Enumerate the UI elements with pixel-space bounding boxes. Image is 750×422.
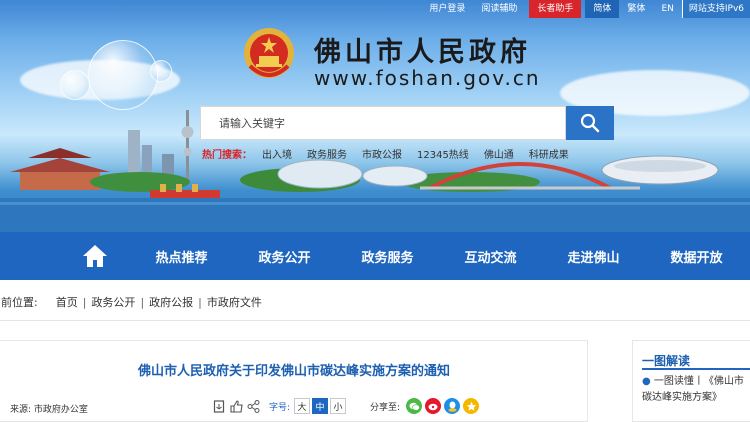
side-panel-underline — [642, 368, 750, 370]
font-size-label: 字号: — [269, 402, 291, 413]
ipv6-badge: 网站支持IPv6 — [681, 0, 750, 18]
weibo-icon[interactable] — [425, 398, 442, 414]
simplified-chinese-link[interactable]: 简体 — [585, 0, 620, 18]
hot-search-label: 热门搜索： — [202, 150, 252, 161]
breadcrumb-separator: | — [140, 295, 145, 309]
hot-search-item[interactable]: 市政公报 — [362, 146, 402, 161]
nav-item-interaction[interactable]: 互动交流 — [439, 247, 542, 266]
traditional-chinese-link[interactable]: 繁体 — [619, 0, 653, 18]
breadcrumb-item[interactable]: 政府公报 — [149, 294, 193, 310]
reading-aid-link[interactable]: 阅读辅助 — [473, 0, 525, 18]
side-item-text: 一图读懂丨《佛山市碳达峰实施方案》 — [642, 376, 744, 403]
login-link[interactable]: 用户登录 — [421, 0, 473, 18]
search-button[interactable] — [566, 106, 614, 140]
divider — [0, 320, 750, 321]
header-banner: 用户登录 阅读辅助 长者助手 简体 繁体 EN 网站支持IPv6 佛山市人民政府… — [0, 0, 750, 232]
breadcrumb-item[interactable]: 首页 — [56, 294, 78, 310]
nav-item-open-data[interactable]: 数据开放 — [645, 247, 748, 266]
share-label: 分享至: — [370, 402, 401, 413]
article-source: 来源: 市政府办公室 — [10, 405, 88, 415]
hot-search-item[interactable]: 出入境 — [262, 146, 292, 161]
bubble-decoration — [60, 70, 90, 100]
breadcrumb-prefix: 当前位置: — [0, 296, 38, 309]
search-icon — [580, 113, 600, 133]
article-title: 佛山市人民政府关于印发佛山市碳达峰实施方案的通知 — [137, 364, 450, 379]
breadcrumb-item[interactable]: 政务公开 — [91, 294, 135, 310]
hot-search-item[interactable]: 政务服务 — [307, 146, 347, 161]
home-icon — [83, 245, 107, 267]
like-icon[interactable] — [229, 399, 243, 413]
side-panel-item[interactable]: ● 一图读懂丨《佛山市碳达峰实施方案》 — [642, 374, 750, 406]
search-box — [200, 106, 566, 140]
nav-item-hot[interactable]: 热点推荐 — [130, 247, 233, 266]
breadcrumb: 当前位置: 首页 | 政务公开 | 政府公报 | 市政府文件 — [0, 294, 262, 310]
search-input[interactable] — [201, 107, 565, 139]
share-action-icon[interactable] — [246, 399, 260, 413]
nav-home[interactable] — [60, 232, 130, 280]
wechat-icon[interactable] — [406, 398, 423, 414]
nav-item-services[interactable]: 政务服务 — [336, 247, 439, 266]
nav-item-about-foshan[interactable]: 走进佛山 — [542, 247, 645, 266]
bookmark-icon[interactable] — [212, 399, 226, 413]
article-tools: 字号: 大 中 小 分享至: — [212, 398, 482, 414]
hot-search-item[interactable]: 科研成果 — [529, 146, 569, 161]
top-utility-links: 用户登录 阅读辅助 长者助手 简体 繁体 EN 网站支持IPv6 — [421, 0, 750, 18]
breadcrumb-separator: | — [198, 295, 202, 309]
national-emblem-logo — [244, 28, 294, 78]
bubble-decoration — [88, 40, 158, 110]
bubble-decoration — [150, 60, 172, 82]
side-panel-title: 一图解读 — [642, 354, 691, 368]
font-size-small[interactable]: 小 — [330, 398, 347, 414]
hot-search-item[interactable]: 佛山通 — [484, 146, 514, 161]
main-nav: 热点推荐 政务公开 政务服务 互动交流 走进佛山 数据开放 — [0, 232, 750, 280]
font-size-large[interactable]: 大 — [294, 398, 311, 414]
english-link[interactable]: EN — [653, 0, 681, 18]
elder-assistant-button[interactable]: 长者助手 — [529, 0, 582, 18]
nav-item-gov-open[interactable]: 政务公开 — [233, 247, 336, 266]
bullet-icon: ● — [642, 376, 654, 387]
site-url: www.foshan.gov.cn — [314, 66, 541, 90]
site-title: 佛山市人民政府 — [314, 37, 531, 68]
breadcrumb-item[interactable]: 市政府文件 — [207, 294, 262, 310]
qq-icon[interactable] — [444, 398, 461, 414]
breadcrumb-separator: | — [82, 295, 87, 309]
font-size-medium[interactable]: 中 — [312, 398, 329, 414]
qzone-icon[interactable] — [463, 398, 480, 414]
hot-search: 热门搜索： 出入境 政务服务 市政公报 12345热线 佛山通 科研成果 — [202, 146, 584, 161]
hot-search-item[interactable]: 12345热线 — [417, 146, 469, 161]
